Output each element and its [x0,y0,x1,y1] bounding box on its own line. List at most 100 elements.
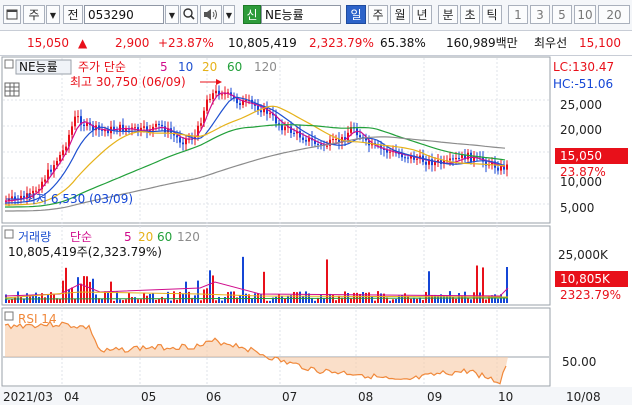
stock-code-input[interactable]: 053290 [84,5,164,24]
stock-label: NE능률 [19,60,58,74]
x-label-07: 07 [282,390,297,404]
speaker-icon[interactable] [200,5,222,24]
volume-bar-1 [8,299,10,303]
price-change-pct: +23.87% [158,36,214,50]
candle-body-88 [269,113,271,115]
tab-period-day[interactable]: 일 [346,5,366,24]
candle-body-2 [11,196,13,199]
period-select[interactable]: 전 [63,5,83,24]
tab-period-tick[interactable]: 틱 [482,5,502,24]
x-axis-bar [0,387,632,405]
market-dropdown-icon[interactable]: ▼ [46,5,60,24]
tab-period-year[interactable]: 년 [412,5,432,24]
volume-bar-137 [416,298,418,303]
interval-button-3[interactable]: 3 [530,5,550,24]
interval-button-1[interactable]: 1 [508,5,528,24]
volume-bar-64 [197,280,199,303]
candle-body-132 [401,154,403,158]
interval-button-10[interactable]: 10 [574,5,596,24]
candle-body-50 [155,123,157,127]
volume-bar-2 [11,299,13,303]
current-price: 15,050 [27,36,69,50]
candle-body-60 [185,138,187,145]
candle-body-104 [317,143,319,145]
volume-bar-115 [350,298,352,303]
candle-body-72 [221,94,223,96]
volume-bar-99 [302,296,304,303]
ma-legend-120: 120 [254,60,277,74]
volume-bar-128 [389,300,391,303]
candle-body-93 [284,126,286,131]
volume-tick-25000k: 25,000K [558,248,609,262]
speaker-dropdown-icon[interactable]: ▼ [223,5,235,24]
candle-body-85 [260,110,262,113]
candle-body-46 [143,126,145,128]
candle-body-19 [62,150,64,156]
stock-name-field[interactable]: NE능률 [261,5,341,24]
volume-bar-75 [230,291,232,303]
volume-bar-21 [68,289,70,303]
volume-bar-124 [377,291,379,303]
candle-body-20 [65,146,67,151]
x-label-09: 09 [427,390,442,404]
interval-button-5[interactable]: 5 [552,5,572,24]
candle-body-167 [506,164,508,170]
volume-bar-82 [251,298,253,303]
candle-body-57 [176,135,178,138]
volume-ma-title: 단순 [70,230,92,244]
volume-bar-42 [131,297,133,303]
rsi-tick-50: 50.00 [562,355,596,369]
volume-bar-123 [374,300,376,303]
volume-bar-71 [218,296,220,303]
volume-bar-98 [299,291,301,303]
rsi-toggle-icon[interactable] [4,311,14,321]
tab-period-week[interactable]: 주 [368,5,388,24]
interval-button-20[interactable]: 20 [598,5,630,24]
volume-bar-36 [113,300,115,303]
volume-bar-63 [194,295,196,303]
volume-bar-43 [134,297,136,303]
candle-body-43 [134,127,136,129]
stock-chart[interactable]: NE능률 주가 단순 5 10 20 60 120 최고 30,750 (06/… [0,56,632,405]
candle-body-133 [404,157,406,159]
candle-body-69 [212,93,214,99]
candle-body-164 [497,167,499,171]
market-select-label: 주 [28,8,40,22]
search-icon[interactable] [180,5,198,24]
volume-info: 10,805,419주(2,323.79%) [8,245,162,259]
candle-body-70 [215,90,217,94]
volume-bar-140 [425,291,427,303]
candle-body-140 [425,161,427,165]
candle-body-134 [407,157,409,159]
volume-bar-78 [239,295,241,303]
volume-ma-legend-5: 5 [124,230,132,244]
signal-button[interactable]: 신 [243,5,261,24]
panel-toggle-icon[interactable] [4,59,14,69]
code-dropdown-icon[interactable]: ▼ [165,5,179,24]
candle-body-13 [44,179,46,182]
candle-body-23 [74,116,76,127]
volume-bar-66 [203,289,205,303]
volume-bar-60 [185,281,187,303]
current-pct-tag: 23.87% [560,165,606,179]
volume-bar-20 [65,267,67,303]
tab-period-month[interactable]: 월 [390,5,410,24]
candle-body-58 [179,137,181,143]
volume-bar-88 [269,300,271,303]
window-icon[interactable] [3,5,21,24]
volume-bar-135 [410,298,412,303]
tab-period-minute[interactable]: 분 [438,5,458,24]
ma-legend-20: 20 [202,60,217,74]
volume-toggle-icon[interactable] [4,229,14,239]
market-select[interactable]: 주 [23,5,45,24]
chart-toolbar: 주 ▼ 전 053290 ▼ ▼ 신 NE능률 일 주 월 년 분 초 틱 1 … [0,0,632,31]
volume-bar-74 [227,292,229,303]
volume-bar-65 [200,300,202,303]
volume-bar-5 [20,296,22,303]
hc-label: HC:-51.06 [553,77,613,91]
calculator-icon[interactable] [4,82,20,97]
candle-body-68 [209,98,211,100]
tab-period-second[interactable]: 초 [460,5,480,24]
volume-bar-155 [470,299,472,303]
price-ma-title: 주가 단순 [78,60,126,74]
